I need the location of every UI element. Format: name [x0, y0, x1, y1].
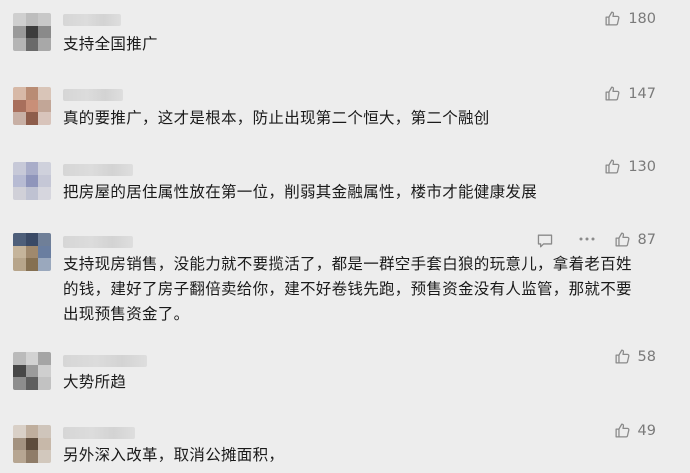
- comment-text: 另外深入改革，取消公摊面积，: [63, 446, 285, 464]
- like-count: 87: [637, 231, 656, 248]
- avatar-pixel: [13, 112, 26, 125]
- avatar-pixel: [25, 162, 39, 175]
- avatar-pixel: [38, 377, 51, 390]
- avatar-pixel: [38, 187, 51, 200]
- avatar[interactable]: [13, 87, 51, 125]
- avatar-pixel: [38, 450, 51, 463]
- avatar-pixel: [13, 187, 26, 200]
- avatar-pixel: [13, 25, 26, 39]
- avatar-pixel: [13, 245, 26, 259]
- comment-text: 支持全国推广: [63, 35, 158, 53]
- comment-text: 大势所趋: [63, 373, 127, 391]
- avatar-pixel: [13, 450, 26, 463]
- username-redacted[interactable]: [63, 89, 123, 101]
- avatar[interactable]: [13, 425, 51, 463]
- avatar-pixel: [25, 174, 39, 188]
- avatar-pixel: [25, 425, 39, 438]
- avatar-pixel: [38, 437, 51, 451]
- avatar[interactable]: [13, 233, 51, 271]
- avatar-pixel: [13, 377, 26, 390]
- avatar-pixel: [38, 425, 51, 438]
- username-redacted[interactable]: [63, 355, 147, 367]
- like-count: 180: [628, 10, 656, 27]
- avatar-pixel: [13, 425, 26, 438]
- like-button[interactable]: 180: [604, 10, 656, 27]
- avatar-pixel: [38, 233, 51, 246]
- thumbs-up-icon: [604, 85, 621, 102]
- like-count: 49: [637, 422, 656, 439]
- comment-text: 真的要推广，这才是根本，防止出现第二个恒大，第二个融创: [63, 109, 490, 127]
- like-button[interactable]: 58: [614, 348, 656, 365]
- avatar-pixel: [13, 87, 26, 100]
- username-redacted[interactable]: [63, 164, 133, 176]
- reply-icon[interactable]: [536, 233, 554, 253]
- avatar-pixel: [38, 13, 51, 26]
- avatar-pixel: [38, 25, 51, 39]
- avatar-pixel: [13, 437, 26, 451]
- avatar[interactable]: [13, 13, 51, 51]
- avatar-pixel: [13, 352, 26, 365]
- avatar-pixel: [38, 38, 51, 51]
- avatar-pixel: [25, 245, 39, 259]
- like-count: 130: [628, 158, 656, 175]
- avatar-pixel: [38, 112, 51, 125]
- avatar-pixel: [13, 174, 26, 188]
- avatar-pixel: [38, 162, 51, 175]
- avatar-pixel: [25, 13, 39, 26]
- avatar-pixel: [38, 99, 51, 113]
- avatar[interactable]: [13, 162, 51, 200]
- avatar-pixel: [13, 13, 26, 26]
- username-redacted[interactable]: [63, 427, 135, 439]
- avatar-pixel: [25, 25, 39, 39]
- avatar-pixel: [25, 187, 39, 200]
- thumbs-up-icon: [604, 158, 621, 175]
- avatar-pixel: [13, 233, 26, 246]
- avatar-pixel: [38, 245, 51, 259]
- like-button[interactable]: 147: [604, 85, 656, 102]
- avatar-pixel: [13, 162, 26, 175]
- avatar-pixel: [38, 364, 51, 378]
- like-button[interactable]: 130: [604, 158, 656, 175]
- avatar-pixel: [25, 437, 39, 451]
- like-button[interactable]: 87: [614, 231, 656, 248]
- avatar-pixel: [25, 233, 39, 246]
- more-options-icon[interactable]: [578, 231, 596, 251]
- like-count: 147: [628, 85, 656, 102]
- avatar-pixel: [25, 99, 39, 113]
- avatar-pixel: [38, 352, 51, 365]
- thumbs-up-icon: [614, 422, 631, 439]
- thumbs-up-icon: [614, 348, 631, 365]
- comment-text: 支持现房销售，没能力就不要揽活了，都是一群空手套白狼的玩意儿，拿着老百姓的钱，建…: [63, 255, 632, 323]
- avatar-pixel: [25, 364, 39, 378]
- like-button[interactable]: 49: [614, 422, 656, 439]
- avatar[interactable]: [13, 352, 51, 390]
- avatar-pixel: [25, 258, 39, 271]
- avatar-pixel: [38, 258, 51, 271]
- avatar-pixel: [25, 352, 39, 365]
- thumbs-up-icon: [604, 10, 621, 27]
- username-redacted[interactable]: [63, 236, 133, 248]
- avatar-pixel: [25, 87, 39, 100]
- avatar-pixel: [13, 38, 26, 51]
- avatar-pixel: [13, 99, 26, 113]
- avatar-pixel: [25, 377, 39, 390]
- avatar-pixel: [25, 38, 39, 51]
- avatar-pixel: [13, 364, 26, 378]
- avatar-pixel: [25, 450, 39, 463]
- thumbs-up-icon: [614, 231, 631, 248]
- avatar-pixel: [38, 87, 51, 100]
- avatar-pixel: [13, 258, 26, 271]
- comment-text: 把房屋的居住属性放在第一位，削弱其金融属性，楼市才能健康发展: [63, 183, 538, 201]
- username-redacted[interactable]: [63, 14, 121, 26]
- avatar-pixel: [38, 174, 51, 188]
- avatar-pixel: [25, 112, 39, 125]
- like-count: 58: [637, 348, 656, 365]
